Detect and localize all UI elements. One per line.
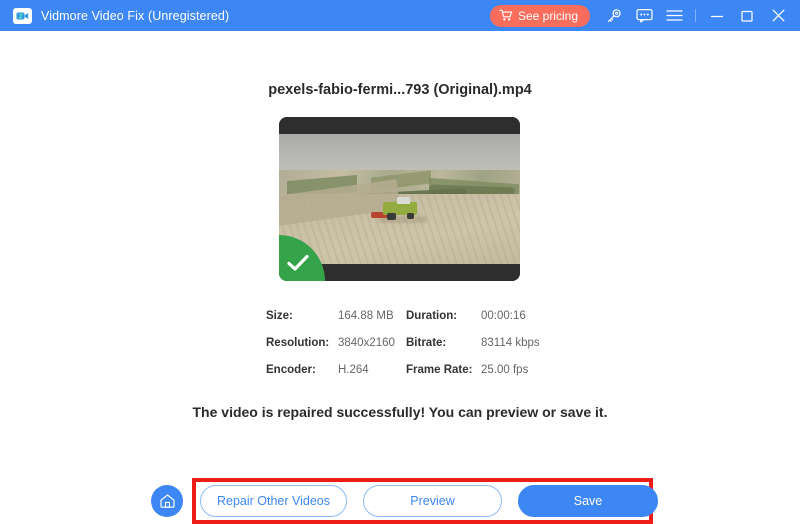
speech-bubble-icon[interactable]	[629, 0, 659, 31]
app-window: Vidmore Video Fix (Unregistered) See pri…	[0, 0, 800, 516]
see-pricing-button[interactable]: See pricing	[490, 5, 590, 27]
main-content: pexels-fabio-fermi...793 (Original).mp4	[0, 31, 800, 516]
meta-label-framerate: Frame Rate:	[406, 364, 481, 376]
thumbnail-image	[279, 134, 520, 264]
meta-label-size: Size:	[266, 310, 338, 322]
meta-value-duration: 00:00:16	[481, 310, 566, 322]
hamburger-menu-icon[interactable]	[659, 0, 689, 31]
maximize-icon[interactable]	[732, 0, 762, 31]
meta-label-encoder: Encoder:	[266, 364, 338, 376]
footer-button-row: Repair Other Videos Preview Save	[200, 485, 658, 517]
table-row: Resolution: 3840x2160 Bitrate: 83114 kbp…	[266, 329, 566, 356]
letterbox-top	[279, 117, 520, 134]
table-row: Encoder: H.264 Frame Rate: 25.00 fps	[266, 356, 566, 383]
see-pricing-label: See pricing	[518, 9, 578, 23]
repair-other-videos-button[interactable]: Repair Other Videos	[200, 485, 347, 517]
preview-button[interactable]: Preview	[363, 485, 502, 517]
meta-value-encoder: H.264	[338, 364, 406, 376]
meta-label-resolution: Resolution:	[266, 337, 338, 349]
minimize-icon[interactable]	[702, 0, 732, 31]
table-row: Size: 164.88 MB Duration: 00:00:16	[266, 302, 566, 329]
meta-label-bitrate: Bitrate:	[406, 337, 481, 349]
app-title: Vidmore Video Fix (Unregistered)	[41, 9, 229, 23]
file-name-title: pexels-fabio-fermi...793 (Original).mp4	[0, 82, 800, 98]
meta-value-framerate: 25.00 fps	[481, 364, 566, 376]
video-camera-icon	[13, 8, 32, 24]
meta-value-bitrate: 83114 kbps	[481, 337, 566, 349]
key-icon[interactable]	[599, 0, 629, 31]
save-button[interactable]: Save	[518, 485, 658, 517]
shopping-cart-icon	[499, 9, 513, 22]
close-icon[interactable]	[762, 0, 794, 31]
meta-label-duration: Duration:	[406, 310, 481, 322]
title-bar-controls: See pricing	[490, 0, 800, 31]
titlebar-divider	[695, 9, 696, 22]
title-bar: Vidmore Video Fix (Unregistered) See pri…	[0, 0, 800, 31]
status-message: The video is repaired successfully! You …	[0, 404, 800, 420]
meta-value-resolution: 3840x2160	[338, 337, 406, 349]
video-thumbnail[interactable]	[279, 117, 520, 281]
meta-value-size: 164.88 MB	[338, 310, 406, 322]
home-icon[interactable]	[151, 485, 183, 517]
video-metadata-table: Size: 164.88 MB Duration: 00:00:16 Resol…	[266, 302, 566, 383]
